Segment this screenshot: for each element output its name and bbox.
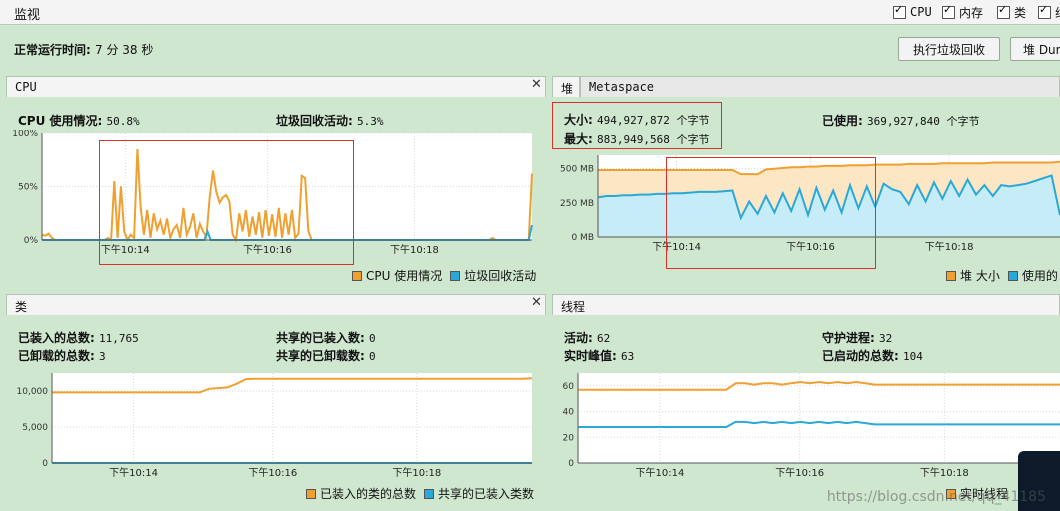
heap-dump-button[interactable]: 堆 Dum (1010, 37, 1060, 61)
x-tick-label: 下午10:16 (248, 466, 297, 479)
shared-loaded-stat: 共享的已装入数: 0 (276, 331, 376, 345)
live-threads-stat: 活动: 62 (564, 331, 611, 345)
close-icon[interactable]: ✕ (531, 77, 542, 92)
checkbox-cpu[interactable]: CPU (893, 3, 932, 19)
top-tab-bar: 监视 CPU 内存 类 线 (0, 0, 1060, 25)
tab-classes[interactable]: 类 (6, 294, 546, 315)
y-tick-label: 50% (18, 183, 38, 193)
checkbox-threads[interactable]: 线 (1038, 3, 1060, 20)
check-icon (997, 3, 1010, 19)
y-tick-label: 0% (24, 236, 39, 246)
highlight-box (666, 157, 876, 269)
daemon-threads-stat: 守护进程: 32 (822, 331, 893, 345)
x-tick-label: 下午10:18 (390, 243, 439, 256)
legend-swatch-cpu (352, 270, 362, 281)
legend-label: 堆 大小 (960, 269, 1000, 283)
legend-label: 使用的 (1021, 269, 1058, 283)
x-tick-label: 下午10:14 (109, 466, 158, 479)
legend-swatch-loaded (306, 488, 316, 499)
legend-swatch-heap-size (946, 270, 956, 281)
y-tick-label: 40 (563, 408, 575, 418)
highlight-box (99, 140, 354, 265)
gc-button[interactable]: 执行垃圾回收 (898, 37, 1000, 61)
classes-chart: 0 5,000 10,000 下午10:14 下午10:16 下午10:18 (17, 373, 533, 479)
x-tick-label: 下午10:18 (925, 240, 974, 253)
classes-legend: 已装入的类的总数 共享的已装入类数 (306, 485, 542, 502)
threads-chart: 0 20 40 60 下午10:14 下午10:16 下午10:18 (563, 373, 1060, 479)
y-tick-label: 250 MB (560, 199, 594, 209)
heap-legend: 堆 大小 使用的 (946, 267, 1060, 284)
check-icon (893, 3, 906, 19)
monitor-tab-title[interactable]: 监视 (14, 4, 40, 23)
legend-swatch-gc (450, 270, 461, 281)
y-tick-label: 60 (563, 382, 575, 392)
y-tick-label: 0 MB (571, 233, 594, 243)
tab-metaspace[interactable]: Metaspace (580, 76, 1060, 97)
x-tick-label: 下午10:16 (775, 466, 824, 479)
cpu-usage-stat: CPU 使用情况: 50.8% (18, 114, 140, 128)
y-tick-label: 500 MB (560, 165, 594, 175)
legend-label: CPU 使用情况 (366, 269, 443, 283)
y-tick-label: 20 (563, 433, 575, 443)
unloaded-total-stat: 已卸载的总数: 3 (18, 349, 106, 363)
checkbox-memory[interactable]: 内存 (942, 3, 983, 20)
classes-panel: 类 ✕ 已装入的总数: 11,765 已卸载的总数: 3 共享的已装入数: 0 … (6, 293, 546, 505)
peak-threads-stat: 实时峰值: 63 (564, 349, 635, 363)
plot-area (578, 373, 1060, 463)
y-tick-label: 10,000 (17, 387, 49, 397)
y-tick-label: 100% (12, 130, 38, 139)
legend-swatch-used (1007, 270, 1018, 281)
uptime-label: 正常运行时间: (14, 43, 91, 57)
loaded-total-stat: 已装入的总数: 11,765 (18, 331, 139, 345)
y-tick-label: 0 (568, 459, 574, 469)
close-icon[interactable]: ✕ (531, 295, 542, 310)
checkbox-classes[interactable]: 类 (997, 3, 1026, 20)
watermark: https://blog.csdn.net/qq_41185 (826, 489, 1046, 505)
uptime-value: 7 分 38 秒 (95, 43, 154, 57)
shared-unloaded-stat: 共享的已卸载数: 0 (276, 349, 376, 363)
started-threads-stat: 已启动的总数: 104 (822, 349, 923, 363)
legend-label: 垃圾回收活动 (464, 269, 537, 283)
tab-heap[interactable]: 堆 (552, 76, 580, 97)
heap-used-stat: 已使用: 369,927,840 个字节 (822, 114, 980, 128)
gc-activity-stat: 垃圾回收活动: 5.3% (276, 114, 384, 128)
legend-label: 共享的已装入类数 (438, 487, 535, 501)
y-tick-label: 5,000 (22, 423, 48, 433)
uptime: 正常运行时间: 7 分 38 秒 (14, 41, 153, 58)
legend-label: 已装入的类的总数 (320, 487, 417, 501)
cpu-legend: CPU 使用情况 垃圾回收活动 (352, 267, 544, 284)
plot-area (52, 373, 532, 463)
check-icon (1038, 3, 1051, 19)
tab-threads[interactable]: 线程 (552, 294, 1060, 315)
y-tick-label: 0 (42, 459, 48, 469)
x-tick-label: 下午10:18 (920, 466, 969, 479)
legend-swatch-shared (424, 488, 435, 499)
check-icon (942, 3, 955, 19)
highlight-box (552, 102, 722, 149)
threads-panel: 线程 活动: 62 实时峰值: 63 守护进程: 32 已启动的总数: 104 … (552, 293, 1060, 505)
x-tick-label: 下午10:14 (636, 466, 685, 479)
tab-cpu[interactable]: CPU (6, 76, 546, 97)
x-tick-label: 下午10:18 (392, 466, 441, 479)
